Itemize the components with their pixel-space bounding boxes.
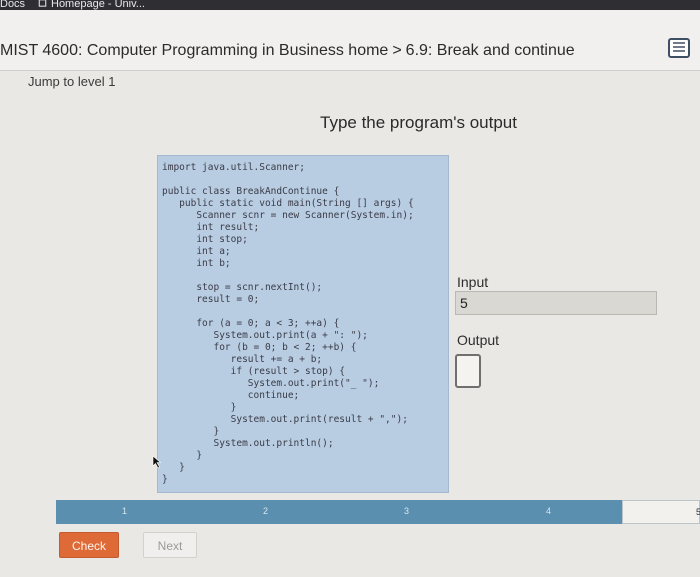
code-line: result += a + b; <box>162 354 323 365</box>
browser-tab-label: Homepage - Univ... <box>51 0 145 10</box>
code-line: System.out.print(a + ": "); <box>162 330 368 341</box>
code-line: public static void main(String [] args) … <box>162 198 414 209</box>
level-5-current[interactable]: 5 <box>622 500 700 524</box>
code-line: int b; <box>162 258 231 269</box>
level-5: 5 <box>695 507 700 517</box>
code-line: result = 0; <box>162 294 260 305</box>
code-line: if (result > stop) { <box>162 366 346 377</box>
code-line: System.out.println(); <box>162 438 334 449</box>
code-line: continue; <box>162 390 300 401</box>
code-line: public class BreakAndContinue { <box>162 186 340 197</box>
code-line: int stop; <box>162 234 248 245</box>
code-line: System.out.print("_ "); <box>162 378 380 389</box>
level-3[interactable]: 3 <box>404 506 409 516</box>
level-4[interactable]: 4 <box>546 506 551 516</box>
page-icon <box>38 0 47 7</box>
breadcrumb-separator: > <box>392 42 402 59</box>
code-block: import java.util.Scanner; public class B… <box>162 162 414 486</box>
code-line: int a; <box>162 246 231 257</box>
level-progress-bar: 1 2 3 4 5 <box>56 500 700 524</box>
output-label: Output <box>457 332 500 348</box>
browser-tab-homepage[interactable]: Homepage - Univ... <box>38 0 145 10</box>
code-line: for (a = 0; a < 3; ++a) { <box>162 318 340 329</box>
browser-tab-bar: Docs Homepage - Univ... <box>0 0 700 10</box>
code-line: } <box>162 402 237 413</box>
browser-tab-docs[interactable]: Docs <box>0 0 26 10</box>
page-header: MIST 4600: Computer Programming in Busin… <box>0 10 700 71</box>
code-line: } <box>162 450 203 461</box>
browser-tab-label: Docs <box>0 0 26 10</box>
next-button[interactable]: Next <box>143 532 197 558</box>
code-line: int result; <box>162 222 260 233</box>
input-value-box: 5 <box>455 291 657 315</box>
level-2[interactable]: 2 <box>263 506 268 516</box>
mouse-cursor-icon <box>152 455 162 469</box>
breadcrumb-course-link[interactable]: MIST 4600: Computer Programming in Busin… <box>0 42 388 59</box>
code-panel: import java.util.Scanner; public class B… <box>157 155 449 493</box>
level-1[interactable]: 1 <box>122 506 127 516</box>
code-line: stop = scnr.nextInt(); <box>162 282 323 293</box>
book-icon[interactable] <box>668 38 690 58</box>
check-button[interactable]: Check <box>59 532 119 558</box>
code-line: } <box>162 462 185 473</box>
breadcrumb: MIST 4600: Computer Programming in Busin… <box>0 42 575 60</box>
code-line: } <box>162 474 168 485</box>
code-line: System.out.print(result + ","); <box>162 414 408 425</box>
output-field[interactable] <box>455 354 481 388</box>
input-label: Input <box>457 274 489 290</box>
code-line: import java.util.Scanner; <box>162 162 305 173</box>
code-line: } <box>162 426 220 437</box>
code-line: Scanner scnr = new Scanner(System.in); <box>162 210 414 221</box>
jump-to-level[interactable]: Jump to level 1 <box>28 74 115 89</box>
code-line: for (b = 0; b < 2; ++b) { <box>162 342 357 353</box>
activity-title: Type the program's output <box>320 113 517 132</box>
breadcrumb-section[interactable]: 6.9: Break and continue <box>406 42 575 59</box>
